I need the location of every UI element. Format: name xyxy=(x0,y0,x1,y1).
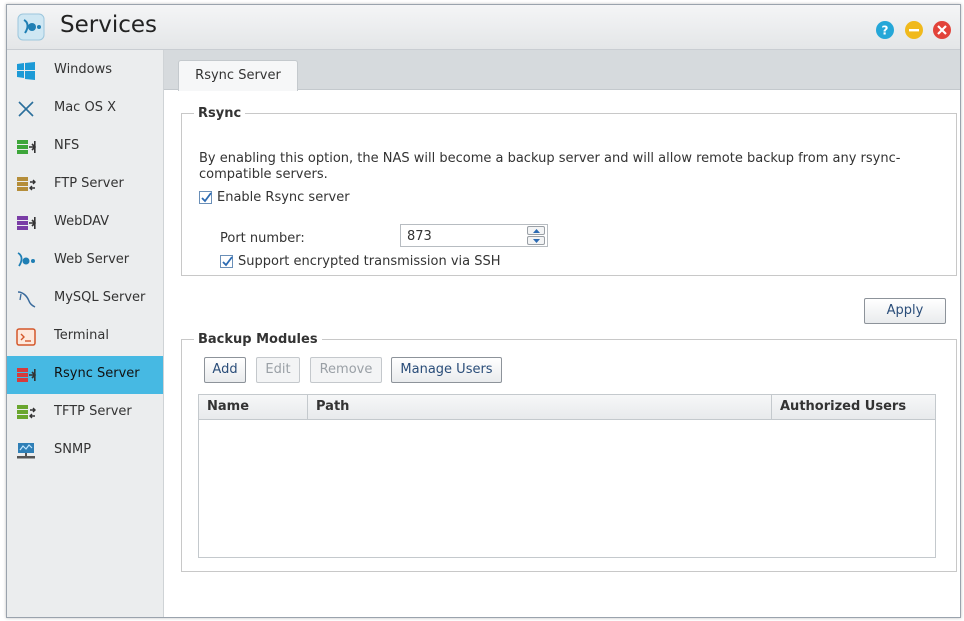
window-title: Services xyxy=(60,12,157,38)
edit-button[interactable]: Edit xyxy=(256,357,300,383)
tftp-server-icon xyxy=(16,403,36,423)
sidebar-item-label: NFS xyxy=(54,138,80,153)
sidebar: Windows Mac OS X NFS FTP Server WebDAV W… xyxy=(7,50,164,617)
sidebar-item-label: Terminal xyxy=(54,328,109,343)
services-icon xyxy=(17,13,45,41)
column-header-authorized-users[interactable]: Authorized Users xyxy=(772,395,935,419)
close-icon[interactable] xyxy=(933,21,951,39)
spin-down-icon[interactable] xyxy=(527,236,545,245)
tab-strip: Rsync Server xyxy=(164,50,960,91)
backup-modules-legend: Backup Modules xyxy=(198,332,318,347)
sidebar-item-mysql-server[interactable]: MySQL Server xyxy=(7,280,163,318)
minimize-icon[interactable] xyxy=(905,21,923,39)
snmp-icon xyxy=(16,441,36,461)
sidebar-item-label: SNMP xyxy=(54,442,92,457)
services-window: Services ? Windows Mac OS X NFS FTP Serv… xyxy=(6,4,961,618)
mac-os-x-icon xyxy=(16,99,36,119)
sidebar-item-label: Windows xyxy=(54,62,113,77)
svg-text:?: ? xyxy=(882,24,889,38)
apply-button[interactable]: Apply xyxy=(864,298,946,324)
nfs-icon xyxy=(16,137,37,157)
sidebar-item-label: Mac OS X xyxy=(54,100,116,115)
sidebar-item-label: Rsync Server xyxy=(54,366,140,381)
rsync-legend: Rsync xyxy=(198,106,242,121)
sidebar-item-nfs[interactable]: NFS xyxy=(7,128,163,166)
enable-rsync-checkbox[interactable]: Enable Rsync server xyxy=(199,190,350,205)
sidebar-item-mac-os-x[interactable]: Mac OS X xyxy=(7,90,163,128)
port-spinner[interactable] xyxy=(527,226,545,245)
ftp-server-icon xyxy=(16,175,36,195)
main-content: Rsync Server Rsync By enabling this opti… xyxy=(164,50,960,617)
rsync-group: Rsync By enabling this option, the NAS w… xyxy=(181,106,957,276)
sidebar-item-snmp[interactable]: SNMP xyxy=(7,432,163,470)
sidebar-item-label: MySQL Server xyxy=(54,290,146,305)
port-number-stepper[interactable] xyxy=(400,224,548,247)
sidebar-item-tftp-server[interactable]: TFTP Server xyxy=(7,394,163,432)
enable-rsync-label: Enable Rsync server xyxy=(217,190,350,205)
manage-users-button[interactable]: Manage Users xyxy=(391,357,502,383)
sidebar-item-label: WebDAV xyxy=(54,214,110,229)
rsync-description: By enabling this option, the NAS will be… xyxy=(199,151,901,182)
table-header: Name Path Authorized Users xyxy=(199,395,935,420)
sidebar-item-label: Web Server xyxy=(54,252,130,267)
ssh-checkbox[interactable]: Support encrypted transmission via SSH xyxy=(220,254,501,269)
sidebar-item-label: FTP Server xyxy=(54,176,124,191)
terminal-icon xyxy=(16,327,36,347)
sidebar-item-label: TFTP Server xyxy=(54,404,132,419)
sidebar-item-ftp-server[interactable]: FTP Server xyxy=(7,166,163,204)
port-number-input[interactable] xyxy=(405,227,527,246)
rsync-server-icon xyxy=(16,365,37,385)
sidebar-item-web-server[interactable]: Web Server xyxy=(7,242,163,280)
ssh-label: Support encrypted transmission via SSH xyxy=(238,254,501,269)
sidebar-item-webdav[interactable]: WebDAV xyxy=(7,204,163,242)
port-number-label: Port number: xyxy=(220,231,305,246)
title-bar: Services ? xyxy=(7,5,960,50)
spin-up-icon[interactable] xyxy=(527,226,545,235)
sidebar-item-windows[interactable]: Windows xyxy=(7,52,163,90)
webdav-icon xyxy=(16,213,37,233)
help-icon[interactable]: ? xyxy=(876,21,894,39)
web-server-icon xyxy=(16,251,36,271)
checkbox-checked-icon[interactable] xyxy=(199,191,212,204)
add-button[interactable]: Add xyxy=(204,357,246,383)
mysql-server-icon xyxy=(16,289,36,309)
column-header-path[interactable]: Path xyxy=(308,395,772,419)
sidebar-item-terminal[interactable]: Terminal xyxy=(7,318,163,356)
remove-button[interactable]: Remove xyxy=(310,357,382,383)
tab-rsync-server[interactable]: Rsync Server xyxy=(178,60,298,91)
backup-modules-table: Name Path Authorized Users xyxy=(198,394,936,558)
windows-icon xyxy=(16,61,36,81)
column-header-name[interactable]: Name xyxy=(199,395,308,419)
checkbox-checked-icon[interactable] xyxy=(220,255,233,268)
sidebar-item-rsync-server[interactable]: Rsync Server xyxy=(7,356,163,394)
